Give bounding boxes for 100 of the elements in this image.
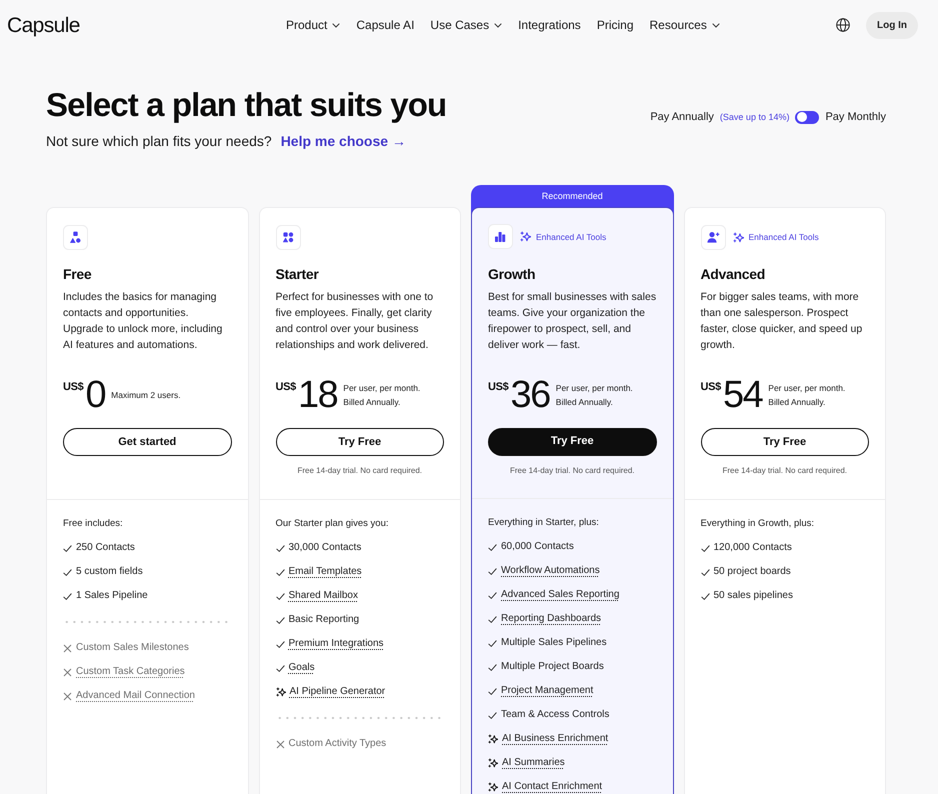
- feature-text[interactable]: Custom Task Categories: [76, 666, 185, 678]
- features-heading: Everything in Growth, plus:: [700, 517, 816, 531]
- plan-description: Includes the basics for managing contacts and opportunities. Upgrade to unlock more, including AI features and automations.: [63, 290, 224, 353]
- globe-icon[interactable]: [836, 18, 850, 32]
- help-link[interactable]: Help me choose →: [280, 131, 406, 151]
- chevron-down-icon: [712, 22, 720, 28]
- feature-text: Basic Reporting: [288, 614, 360, 626]
- trial-note: Free 14-day trial. No card required.: [722, 465, 848, 476]
- check-icon: [276, 664, 284, 672]
- plan-description: For bigger sales teams, with more than one salesperson. Prospect faster, close quicker, and speed up growth.: [700, 290, 864, 353]
- plan-description: Best for small businesses with sales teams. Give your organization the firepower to prospect, sell, and deliver work — fast.: [488, 290, 656, 352]
- nav-link[interactable]: Capsule AI: [356, 17, 414, 33]
- feature-text[interactable]: Reporting Dashboards: [501, 613, 602, 625]
- feature-text: 30,000 Contacts: [288, 542, 362, 554]
- plan-description: Perfect for businesses with one to five employees. Finally, get clarity and control over your business relationships and work delivered.: [276, 290, 434, 353]
- features-heading: Free includes:: [63, 517, 124, 531]
- features-heading: Our Starter plan gives you:: [276, 517, 390, 531]
- check-icon: [276, 568, 284, 576]
- feature-text: 1 Sales Pipeline: [76, 590, 148, 602]
- feature-text[interactable]: Advanced Sales Reporting: [501, 589, 620, 601]
- shapes-icon: [276, 224, 300, 250]
- feature-text[interactable]: AI Summaries: [502, 757, 565, 769]
- currency-label: US$: [276, 380, 296, 395]
- check-icon: [276, 640, 284, 648]
- price-note: Per user, per month.: [768, 382, 846, 395]
- feature-text[interactable]: Shared Mailbox: [288, 590, 358, 602]
- check-icon: [63, 568, 72, 576]
- brand-logo[interactable]: Capsule: [7, 14, 80, 36]
- feature-text: 120,000 Contacts: [714, 542, 792, 554]
- cross-icon: [63, 692, 72, 700]
- feature-text: Multiple Sales Pipelines: [501, 637, 607, 649]
- trial-note: Free 14-day trial. No card required.: [509, 464, 636, 476]
- check-icon: [488, 662, 497, 672]
- feature-text: 5 custom fields: [76, 566, 143, 578]
- feature-text[interactable]: AI Contact Enrichment: [502, 781, 602, 793]
- price-note: Billed Annually.: [343, 396, 402, 409]
- plan-name: Free: [63, 265, 92, 283]
- sparkle-icon: [276, 687, 286, 697]
- feature-text[interactable]: Advanced Mail Connection: [76, 690, 195, 702]
- check-icon: [700, 568, 710, 576]
- feature-text: 50 sales pipelines: [714, 590, 793, 602]
- cross-icon: [63, 668, 72, 676]
- plan-name: Advanced: [700, 265, 766, 283]
- plan-price: 36: [510, 374, 550, 414]
- currency-label: US$: [700, 380, 721, 395]
- nav-link[interactable]: Integrations: [518, 17, 581, 33]
- check-icon: [488, 686, 497, 696]
- feature-text[interactable]: AI Business Enrichment: [502, 733, 608, 745]
- plan-button[interactable]: Try Free: [276, 428, 444, 456]
- feature-text: Custom Activity Types: [288, 738, 386, 750]
- feature-text[interactable]: Email Templates: [288, 566, 362, 578]
- feature-text: Custom Sales Milestones: [76, 642, 189, 654]
- billing-option: Pay Monthly: [825, 110, 886, 124]
- check-icon: [700, 544, 710, 552]
- page-subtitle: Not sure which plan fits your needs?: [46, 132, 272, 151]
- page-title: Select a plan that suits you: [46, 86, 446, 124]
- savings-note: (Save up to 14%): [720, 111, 790, 124]
- check-icon: [488, 566, 497, 576]
- bar-chart-icon: [488, 224, 513, 249]
- check-icon: [488, 638, 497, 648]
- feature-text: Team & Access Controls: [501, 709, 610, 721]
- check-icon: [488, 590, 497, 600]
- sparkle-icon: [520, 231, 531, 242]
- feature-text: Multiple Project Boards: [501, 661, 604, 673]
- billing-switch[interactable]: [795, 110, 820, 124]
- feature-text[interactable]: Project Management: [501, 685, 594, 697]
- plan-button[interactable]: Try Free: [488, 428, 656, 456]
- check-icon: [488, 614, 497, 624]
- check-icon: [63, 544, 72, 552]
- currency-label: US$: [63, 380, 84, 395]
- price-note: Per user, per month.: [556, 382, 633, 394]
- chevron-down-icon: [494, 22, 502, 28]
- price-note: Per user, per month.: [343, 382, 420, 395]
- plan-name: Starter: [276, 265, 320, 283]
- nav-link[interactable]: Product: [286, 17, 340, 33]
- check-icon: [63, 592, 72, 600]
- plan-price: 18: [298, 375, 338, 415]
- login-button[interactable]: Log In: [866, 12, 918, 38]
- check-icon: [488, 542, 497, 552]
- feature-text[interactable]: Premium Integrations: [288, 638, 384, 650]
- check-icon: [700, 592, 710, 600]
- sparkle-icon: [488, 734, 498, 744]
- check-icon: [488, 710, 497, 720]
- feature-text[interactable]: AI Pipeline Generator: [290, 686, 386, 698]
- feature-text[interactable]: Goals: [288, 662, 315, 674]
- nav-link[interactable]: Pricing: [596, 17, 634, 33]
- currency-label: US$: [488, 380, 508, 394]
- ai-tools-label: Enhanced AI Tools: [748, 231, 819, 243]
- person-plus-icon: [700, 224, 726, 250]
- plan-button[interactable]: Try Free: [700, 428, 869, 456]
- feature-text[interactable]: Workflow Automations: [501, 565, 600, 577]
- nav-link[interactable]: Use Cases: [430, 17, 502, 33]
- check-icon: [276, 544, 284, 552]
- shapes-icon: [63, 224, 88, 250]
- plan-price: 54: [723, 375, 762, 415]
- plan-button[interactable]: Get started: [63, 428, 232, 456]
- nav-link[interactable]: Resources: [650, 17, 720, 33]
- billing-option: Pay Annually: [650, 110, 714, 124]
- feature-text: 50 project boards: [714, 566, 791, 578]
- cross-icon: [276, 740, 284, 748]
